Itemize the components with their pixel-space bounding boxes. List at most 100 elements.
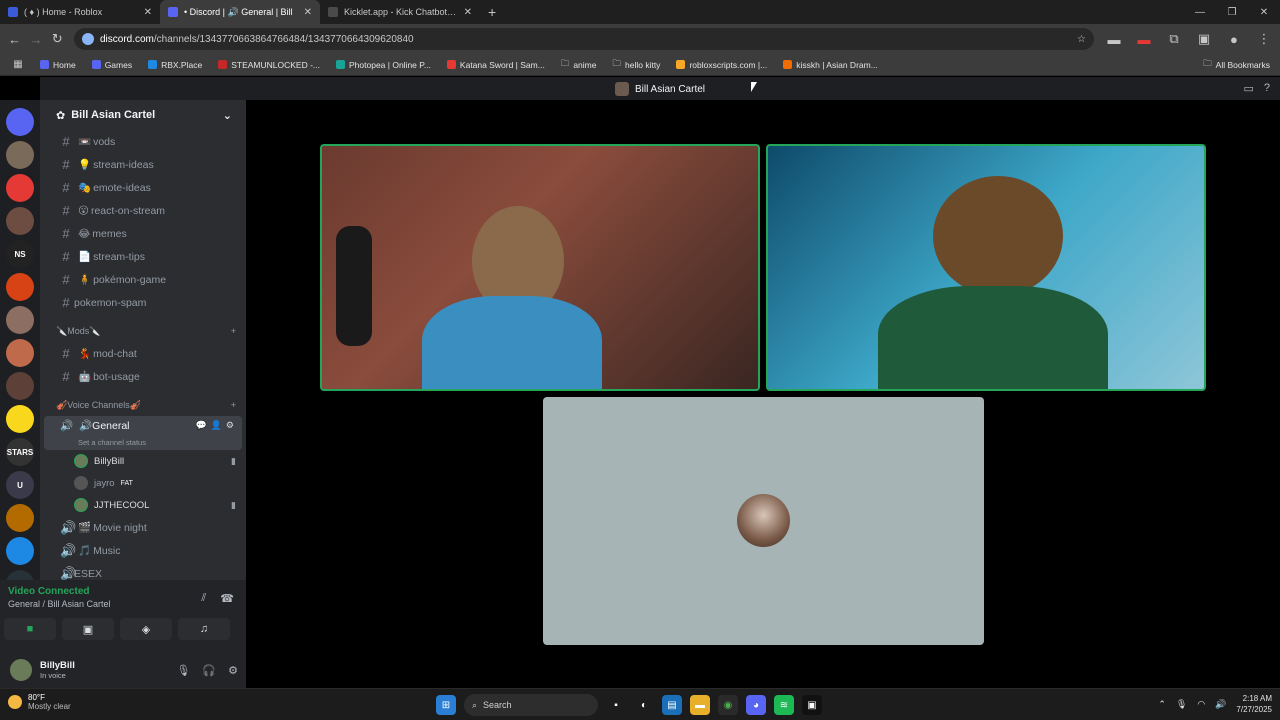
server-icon[interactable]: [6, 537, 34, 565]
gear-icon[interactable]: ⚙: [226, 420, 234, 431]
activity-button[interactable]: ◈: [120, 618, 172, 640]
server-icon[interactable]: [6, 141, 34, 169]
voice-member-jjthecool[interactable]: JJTHECOOL ▮: [40, 494, 246, 516]
screenshare-button[interactable]: ▣: [62, 618, 114, 640]
discord-home-icon[interactable]: [6, 108, 34, 136]
bookmark-item[interactable]: kisskh | Asian Dram...: [777, 60, 884, 70]
tab-kicklet[interactable]: Kicklet.app - Kick Chatbot and ✕: [320, 0, 480, 24]
site-info-icon[interactable]: [81, 33, 94, 45]
windows-start-icon[interactable]: ⊞: [436, 695, 456, 715]
bookmark-item[interactable]: STEAMUNLOCKED -...: [212, 60, 326, 70]
server-icon[interactable]: [6, 174, 34, 202]
menu-kebab-icon[interactable]: ⋮: [1252, 27, 1276, 51]
server-icon[interactable]: [6, 207, 34, 235]
server-icon[interactable]: STARS: [6, 438, 34, 466]
add-member-icon[interactable]: 👤: [211, 420, 222, 431]
bookmark-item[interactable]: Games: [86, 60, 138, 70]
server-icon[interactable]: NS: [6, 240, 34, 268]
forward-icon[interactable]: →: [25, 27, 46, 51]
profile-avatar-icon[interactable]: ●: [1222, 27, 1246, 51]
sidepanel-icon[interactable]: ▣: [1192, 27, 1216, 51]
voice-channel-Music[interactable]: 🔊 🎵 Music: [44, 539, 242, 562]
microphone-icon[interactable]: 🎙: [176, 664, 190, 677]
channel-bot-usage[interactable]: # 🤖 bot-usage: [44, 365, 242, 388]
task-view-icon[interactable]: ▪: [606, 695, 626, 715]
weather-widget[interactable]: 80°F Mostly clear: [8, 693, 71, 711]
puzzle-icon[interactable]: ⧉: [1162, 27, 1186, 51]
channel-react-on-stream[interactable]: # 😮 react-on-stream: [44, 199, 242, 222]
category-mods[interactable]: 🔪Mods🔪 +: [40, 320, 246, 342]
chevron-up-icon[interactable]: ⌃: [1158, 699, 1166, 710]
apps-grid-icon[interactable]: ▦: [6, 53, 30, 77]
minimize-icon[interactable]: —: [1184, 0, 1216, 24]
chrome-icon[interactable]: ◉: [718, 695, 738, 715]
store-icon[interactable]: ▤: [662, 695, 682, 715]
channel-stream-ideas[interactable]: # 💡 stream-ideas: [44, 153, 242, 176]
channel-status[interactable]: Set a channel status: [78, 438, 146, 447]
game-app-icon[interactable]: ▣: [802, 695, 822, 715]
extension-red-icon[interactable]: ▬: [1132, 27, 1156, 51]
file-explorer-icon[interactable]: ▬: [690, 695, 710, 715]
bookmark-item[interactable]: Photopea | Online P...: [330, 60, 437, 70]
server-icon[interactable]: [6, 405, 34, 433]
channel-pokemon-spam[interactable]: # pokemon-spam: [44, 291, 242, 314]
bookmark-item[interactable]: Home: [34, 60, 82, 70]
bookmark-item[interactable]: robloxscripts.com |...: [670, 60, 773, 70]
voice-status-title[interactable]: Video Connected: [8, 586, 111, 597]
wifi-icon[interactable]: ◠: [1197, 699, 1205, 710]
reload-icon[interactable]: ↻: [47, 27, 68, 51]
channel-mod-chat[interactable]: # 💃 mod-chat: [44, 342, 242, 365]
inbox-icon[interactable]: ▭: [1243, 82, 1253, 95]
address-bar[interactable]: discord.com/channels/1343770663864766484…: [73, 28, 1094, 50]
channel-pokémon-game[interactable]: # 🧍 pokémon-game: [44, 268, 242, 291]
spotify-icon[interactable]: ≋: [774, 695, 794, 715]
add-channel-icon[interactable]: +: [231, 400, 236, 410]
server-icon[interactable]: U: [6, 471, 34, 499]
camera-button[interactable]: ■: [4, 618, 56, 640]
headphones-icon[interactable]: 🎧: [202, 664, 216, 677]
server-icon[interactable]: [6, 273, 34, 301]
channel-stream-tips[interactable]: # 📄 stream-tips: [44, 245, 242, 268]
close-tab-icon[interactable]: ✕: [144, 7, 152, 18]
taskbar-clock[interactable]: 2:18 AM 7/27/2025: [1236, 693, 1272, 715]
video-tile-jayro[interactable]: [543, 397, 984, 645]
disconnect-icon[interactable]: ☎: [220, 592, 234, 605]
mouse-app-icon[interactable]: ◐: [634, 695, 654, 715]
voice-channel-general[interactable]: 🔊 🔊General 💬 👤 ⚙ Set a channel status: [44, 416, 242, 450]
voice-member-billybill[interactable]: BillyBill ▮: [40, 450, 246, 472]
bookmark-folder[interactable]: 🗀 hello kitty: [606, 58, 666, 72]
video-tile-jjthecool[interactable]: [766, 144, 1206, 391]
bookmark-star-icon[interactable]: ☆: [1077, 34, 1086, 45]
taskbar-search[interactable]: ⌕ Search: [464, 694, 598, 716]
discord-taskbar-icon[interactable]: ◕: [746, 695, 766, 715]
server-icon[interactable]: [6, 372, 34, 400]
server-header[interactable]: ✿ Bill Asian Cartel ⌄: [40, 100, 246, 130]
category-voice[interactable]: 🎻Voice Channels🎻 +: [40, 394, 246, 416]
back-icon[interactable]: ←: [4, 27, 25, 51]
server-icon[interactable]: [6, 504, 34, 532]
channel-memes[interactable]: # 😂 memes: [44, 222, 242, 245]
server-icon[interactable]: [6, 306, 34, 334]
help-icon[interactable]: ?: [1264, 82, 1270, 95]
voice-channel-Movie night[interactable]: 🔊 🎬 Movie night: [44, 516, 242, 539]
extension-icon[interactable]: ▬: [1102, 27, 1126, 51]
voice-member-jayro[interactable]: jayro FAT: [40, 472, 246, 494]
channel-emote-ideas[interactable]: # 🎭 emote-ideas: [44, 176, 242, 199]
close-tab-icon[interactable]: ✕: [304, 7, 312, 18]
tab-discord[interactable]: • Discord | 🔊 General | Bill ✕: [160, 0, 320, 24]
video-tile-billybill[interactable]: [320, 144, 760, 391]
mic-tray-icon[interactable]: 🎙: [1176, 699, 1187, 710]
add-channel-icon[interactable]: +: [231, 326, 236, 336]
tab-roblox[interactable]: ( ♦ ) Home - Roblox ✕: [0, 0, 160, 24]
volume-icon[interactable]: 🔊: [1215, 699, 1226, 710]
new-tab-button[interactable]: +: [480, 0, 504, 24]
close-tab-icon[interactable]: ✕: [464, 7, 472, 18]
close-window-icon[interactable]: ✕: [1248, 0, 1280, 24]
chat-icon[interactable]: 💬: [195, 420, 206, 431]
voice-status-subtitle[interactable]: General / Bill Asian Cartel: [8, 599, 111, 609]
bookmark-item[interactable]: RBX.Place: [142, 60, 208, 70]
bookmark-folder[interactable]: 🗀 anime: [555, 58, 603, 72]
bookmark-item[interactable]: Katana Sword | Sam...: [441, 60, 551, 70]
channel-vods[interactable]: # 📼 vods: [44, 130, 242, 153]
avatar[interactable]: [8, 657, 34, 683]
